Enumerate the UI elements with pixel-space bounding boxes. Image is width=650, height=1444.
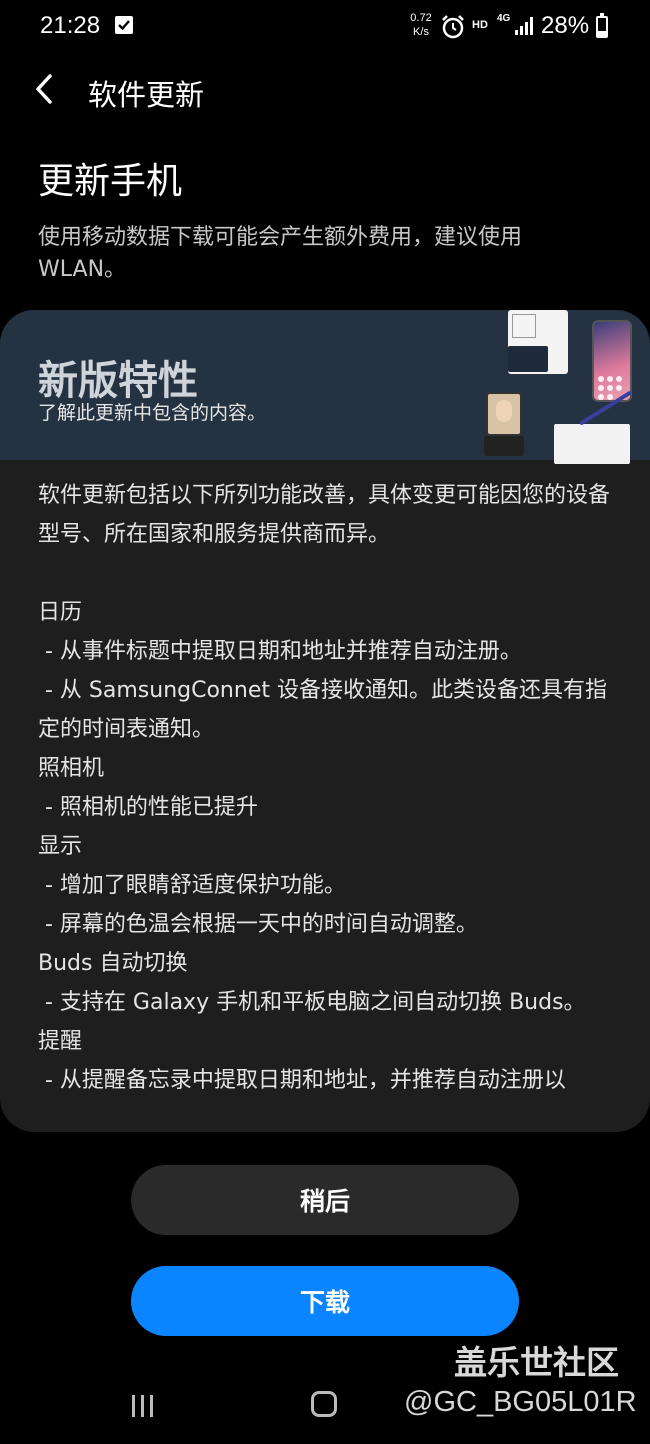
banner-subtitle: 了解此更新中包含的内容。 [38,402,267,424]
release-notes-list: 日历 - 从事件标题中提取日期和地址并推荐自动注册。 - 从 SamsungCo… [38,593,618,1100]
network-speed-value: 0.72 [410,12,432,24]
device-illustration-foldable-base [484,436,524,456]
device-illustration-foldable [486,392,522,436]
release-notes: 软件更新包括以下所列功能改善，具体变更可能因您的设备型号、所在国家和服务提供商而… [38,476,618,1100]
release-note-line: - 从 SamsungConnet 设备接收通知。此类设备还具有指定的时间表通知… [38,678,607,742]
network-speed: 0.72 K/s [404,11,438,39]
network-type: 4G [497,13,511,24]
back-button[interactable] [30,72,60,106]
new-features-card[interactable]: 新版特性 了解此更新中包含的内容。 软件更新包括以下所列功能改善，具体变更可能因… [0,310,650,1132]
download-button[interactable]: 下载 [131,1266,519,1336]
later-button[interactable]: 稍后 [131,1165,519,1235]
checkbox-notification-icon [115,16,133,34]
recent-apps-button[interactable] [130,1394,156,1422]
data-usage-warning: 使用移动数据下载可能会产生额外费用，建议使用 WLAN。 [38,225,523,282]
release-note-line: - 支持在 Galaxy 手机和平板电脑之间自动切换 Buds。 [38,990,586,1015]
status-time: 21:28 [40,12,101,39]
watermark-handle: @GC_BG05L01R [404,1386,637,1418]
release-note-line: - 从事件标题中提取日期和地址并推荐自动注册。 [38,639,522,664]
features-banner: 新版特性 了解此更新中包含的内容。 [0,310,650,464]
release-note-line: - 屏幕的色温会根据一天中的时间自动调整。 [38,912,478,937]
signal-icon [514,16,536,40]
recent-apps-icon [132,1395,153,1417]
network-speed-unit: K/s [413,26,429,38]
release-note-line: - 增加了眼睛舒适度保护功能。 [38,873,346,898]
device-illustration-phone [592,320,632,402]
device-illustration-dark-panel [508,346,548,372]
battery-percent: 28% [541,12,590,39]
watermark-brand: 盖乐世社区 [454,1343,619,1382]
hd-voice-indicator: HD [472,19,488,31]
release-note-line: 照相机 [38,756,105,781]
chevron-left-icon [36,74,52,104]
home-button[interactable] [311,1391,337,1417]
release-note-line: Buds 自动切换 [38,951,188,976]
release-note-line: - 从提醒备忘录中提取日期和地址，并推荐自动注册以 [38,1068,566,1093]
release-note-line: 日历 [38,600,83,625]
release-note-line: 显示 [38,834,83,859]
release-note-line: 提醒 [38,1029,83,1054]
page-title: 更新手机 [38,161,183,202]
alarm-icon [441,14,465,44]
release-notes-intro: 软件更新包括以下所列功能改善，具体变更可能因您的设备型号、所在国家和服务提供商而… [38,483,611,547]
release-note-line: - 照相机的性能已提升 [38,795,258,820]
header-title: 软件更新 [88,78,205,112]
battery-icon [596,13,608,38]
status-bar: 21:28 0.72 K/s HD 4G 28% [0,0,650,56]
device-illustration-tablet [554,424,630,464]
